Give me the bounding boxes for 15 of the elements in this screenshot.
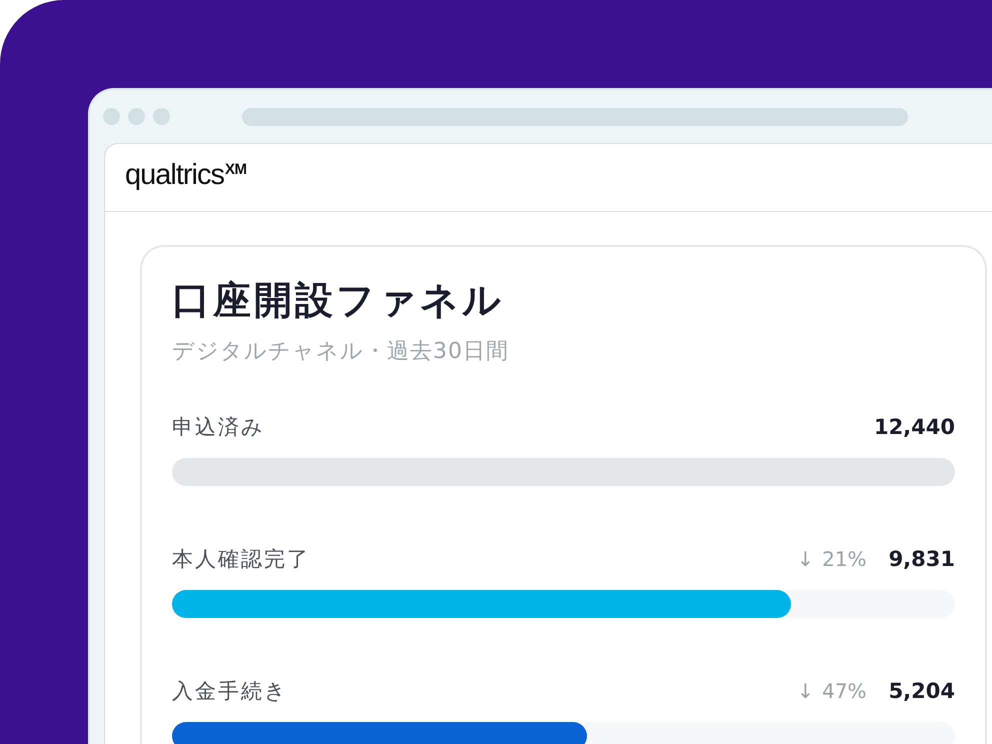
card-subtitle: デジタルチャネル・過去30日間 xyxy=(172,338,509,366)
step-count: 5,204 xyxy=(888,678,955,705)
step-count: 9,831 xyxy=(888,546,955,573)
change-percent: ↓ 21% xyxy=(796,546,867,573)
brand-logo[interactable]: qualtrics$^{XM}$ xyxy=(125,161,246,190)
change-percent: ↓ 47% xyxy=(796,678,867,705)
step-label: 申込済み xyxy=(172,414,265,441)
window-dot-icon[interactable] xyxy=(153,108,170,125)
step-count: 12,440 xyxy=(874,414,955,441)
card-title: 口座開設ファネル xyxy=(172,277,504,323)
window-dot-icon[interactable] xyxy=(103,108,120,125)
step-label: 入金手続き xyxy=(172,678,288,705)
step-label: 本人確認完了 xyxy=(172,546,310,573)
address-bar[interactable] xyxy=(242,108,908,126)
window-dot-icon[interactable] xyxy=(128,108,145,125)
